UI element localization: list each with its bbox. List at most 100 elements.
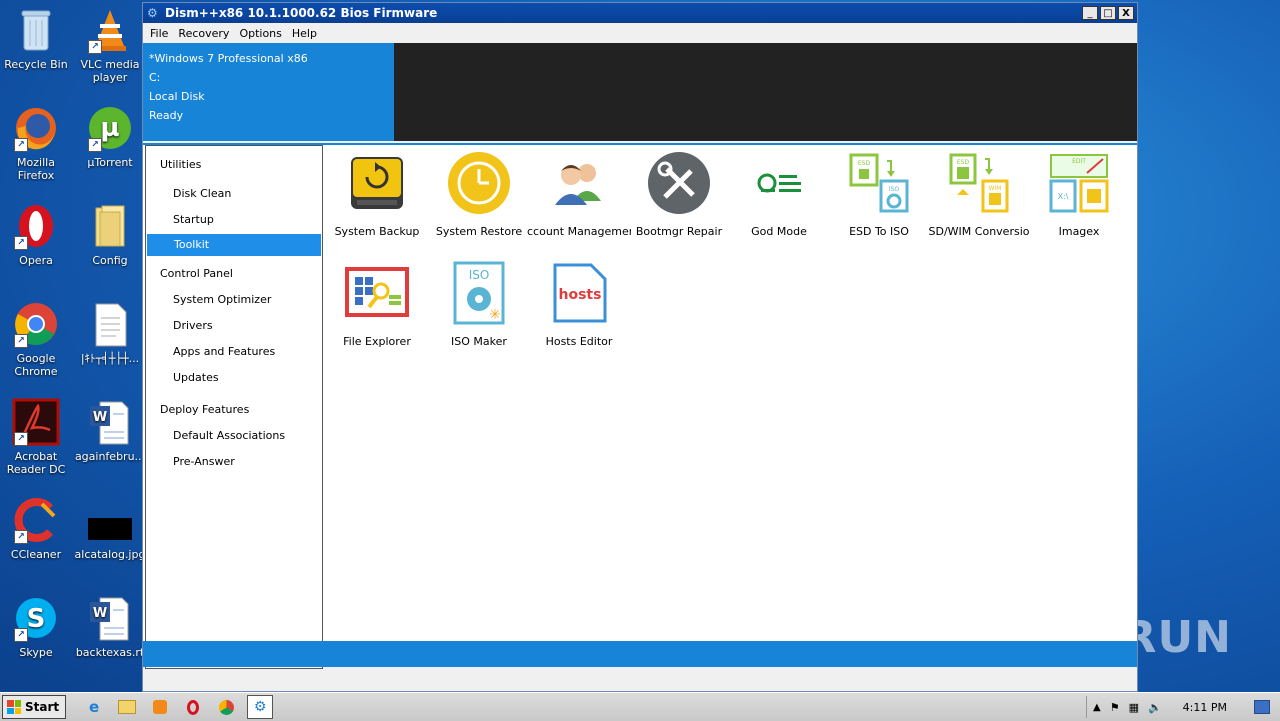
desktop-icon-acrobat[interactable]: ↗ Acrobat Reader DC — [0, 398, 72, 476]
desktop-icon-label: againfebru... — [74, 450, 146, 463]
sidebar-item-drivers[interactable]: Drivers — [146, 314, 322, 340]
dism-window: ⚙ Dism++x86 10.1.1000.62 Bios Firmware _… — [142, 2, 1138, 692]
tool-imagex[interactable]: EDIT X:\ Imagex — [1027, 147, 1131, 238]
clock[interactable]: 4:11 PM — [1183, 701, 1227, 714]
sidebar-group-deploy-features[interactable]: Deploy Features — [146, 392, 322, 422]
tool-file-explorer[interactable]: File Explorer — [325, 257, 429, 348]
desktop-icon-word-doc-2[interactable]: W backtexas.rt — [74, 594, 146, 659]
sidebar-item-system-optimizer[interactable]: System Optimizer — [146, 288, 322, 314]
desktop-icon-text-file[interactable]: |ｷﾄ┬╡┼├┼... — [74, 300, 146, 365]
hosts-file-icon: hosts — [547, 261, 611, 325]
tool-bootmgr-repair[interactable]: Bootmgr Repair — [627, 147, 731, 238]
media-player-icon — [153, 700, 168, 714]
show-hidden-icons-button[interactable]: ▲ — [1093, 702, 1101, 713]
sidebar-item-apps-features[interactable]: Apps and Features — [146, 340, 322, 366]
session-list-area[interactable] — [394, 43, 1137, 141]
chrome-icon — [218, 699, 234, 715]
desktop-icon-opera[interactable]: ↗ Opera — [0, 202, 72, 267]
tool-system-backup[interactable]: System Backup — [325, 147, 429, 238]
desktop-icon-label: Skype — [19, 646, 53, 659]
action-center-flag-icon[interactable]: ⚑ — [1110, 701, 1120, 714]
tool-label: System Restore — [435, 225, 523, 238]
tool-swm-wim-conversion[interactable]: ESD WIM SD/WIM Conversio — [927, 147, 1031, 238]
drive-x-text: X:\ — [1058, 192, 1069, 201]
text-document-icon — [86, 300, 134, 348]
desktop-icon-config[interactable]: Config — [74, 202, 146, 267]
os-name: *Windows 7 Professional x86 — [149, 52, 308, 65]
desktop-icon-label: Google Chrome — [14, 352, 58, 378]
desktop-icon-vlc[interactable]: ↗ VLC media player — [74, 6, 146, 84]
desktop-icon-label: |ｷﾄ┬╡┼├┼... — [80, 352, 140, 365]
sidebar-item-default-associations[interactable]: Default Associations — [146, 424, 322, 450]
sidebar-item-disk-clean[interactable]: Disk Clean — [146, 182, 322, 208]
folder-icon — [118, 700, 137, 714]
utorrent-icon: µ ↗ — [86, 104, 134, 152]
desktop-icon-chrome[interactable]: ↗ Google Chrome — [0, 300, 72, 378]
internet-explorer-icon: e — [89, 698, 100, 716]
esd-text: ESD — [957, 159, 970, 166]
file-explorer-icon — [345, 261, 409, 325]
desktop-icon-label: Mozilla Firefox — [17, 156, 55, 182]
maximize-button[interactable]: □ — [1100, 6, 1116, 20]
opera-icon — [187, 699, 200, 715]
sidebar-item-toolkit[interactable]: Toolkit — [147, 234, 321, 256]
desktop-icon-skype[interactable]: S ↗ Skype — [0, 594, 72, 659]
tool-account-management[interactable]: ccount Managemer — [527, 147, 631, 238]
menu-options[interactable]: Options — [234, 27, 286, 40]
taskbar-dism[interactable]: ⚙ — [247, 695, 274, 719]
desktop-icon-word-doc-1[interactable]: W againfebru... — [74, 398, 146, 463]
svg-text:S: S — [27, 604, 46, 634]
tool-label: File Explorer — [343, 335, 411, 348]
sidebar-group-utilities[interactable]: Utilities — [146, 146, 322, 182]
window-titlebar[interactable]: ⚙ Dism++x86 10.1.1000.62 Bios Firmware _… — [143, 3, 1137, 23]
wim-conversion-icon: ESD WIM — [947, 151, 1011, 215]
tool-label: Hosts Editor — [545, 335, 613, 348]
tool-esd-to-iso[interactable]: ESD ISO ESD To ISO — [827, 147, 931, 238]
desktop-icon-label: VLC media player — [80, 58, 140, 84]
sidebar-item-updates[interactable]: Updates — [146, 366, 322, 392]
show-desktop-button[interactable] — [1254, 700, 1270, 714]
wim-text: WIM — [989, 185, 1002, 192]
svg-text:W: W — [93, 410, 107, 425]
shortcut-arrow-icon: ↗ — [14, 530, 28, 544]
shortcut-arrow-icon: ↗ — [14, 432, 28, 446]
tool-label: ccount Managemer — [527, 225, 631, 238]
taskbar-ie[interactable]: e — [82, 696, 106, 718]
session-info[interactable]: *Windows 7 Professional x86 C: Local Dis… — [143, 43, 394, 141]
taskbar-explorer[interactable] — [115, 696, 139, 718]
desktop-icon-recycle-bin[interactable]: Recycle Bin — [0, 6, 72, 71]
desktop-icon-jpg[interactable]: alcatalog.jpg — [74, 496, 146, 561]
sidebar-item-pre-answer[interactable]: Pre-Answer — [146, 450, 322, 476]
tool-system-restore[interactable]: System Restore — [427, 147, 531, 238]
desktop-icon-firefox[interactable]: ↗ Mozilla Firefox — [0, 104, 72, 182]
acrobat-icon: ↗ — [12, 398, 60, 446]
iso-text: ISO — [469, 268, 490, 282]
folder-icon — [86, 202, 134, 250]
menu-file[interactable]: File — [145, 27, 173, 40]
firefox-icon: ↗ — [12, 104, 60, 152]
svg-text:µ: µ — [100, 113, 119, 143]
tool-iso-maker[interactable]: ISO ✳ ISO Maker — [427, 257, 531, 348]
menu-recovery[interactable]: Recovery — [173, 27, 234, 40]
volume-icon[interactable]: 🔈 — [1148, 701, 1162, 714]
minimize-button[interactable]: _ — [1082, 6, 1098, 20]
sidebar-group-control-panel[interactable]: Control Panel — [146, 256, 322, 286]
tool-hosts-editor[interactable]: hosts Hosts Editor — [527, 257, 631, 348]
wrench-screwdriver-icon — [647, 151, 711, 215]
taskbar-opera[interactable] — [181, 696, 205, 718]
shortcut-arrow-icon: ↗ — [88, 138, 102, 152]
menu-help[interactable]: Help — [287, 27, 322, 40]
network-icon[interactable]: ▦ — [1129, 701, 1139, 714]
start-button[interactable]: Start — [2, 695, 67, 719]
sidebar-item-startup[interactable]: Startup — [146, 208, 322, 234]
taskbar-chrome[interactable] — [214, 696, 238, 718]
close-button[interactable]: X — [1118, 6, 1134, 20]
gear-icon: ⚙ — [253, 699, 267, 715]
desktop-icon-utorrent[interactable]: µ ↗ µTorrent — [74, 104, 146, 169]
system-tray: ▲ ⚑ ▦ 🔈 4:11 PM — [1085, 696, 1280, 718]
desktop-icon-ccleaner[interactable]: ↗ CCleaner — [0, 496, 72, 561]
tool-god-mode[interactable]: God Mode — [727, 147, 831, 238]
taskbar: Start e ⚙ ▲ ⚑ ▦ 🔈 4:11 PM — [0, 692, 1280, 721]
taskbar-media-player[interactable] — [148, 696, 172, 718]
esd-to-iso-icon: ESD ISO — [847, 151, 911, 215]
